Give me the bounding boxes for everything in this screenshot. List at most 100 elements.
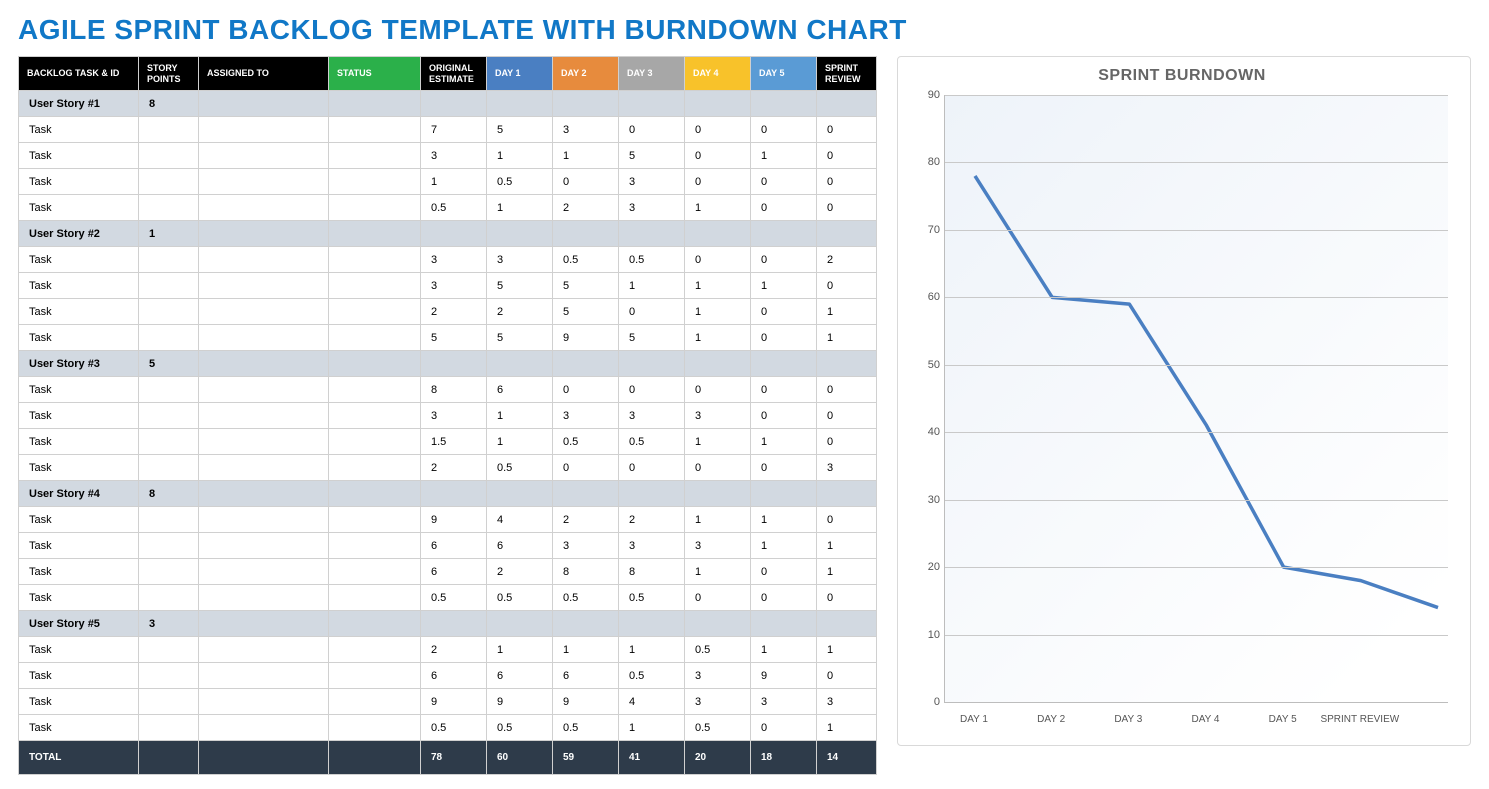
cell-day3: 3: [619, 195, 685, 221]
cell-day3: 0: [619, 117, 685, 143]
y-tick-label: 50: [906, 359, 940, 371]
cell-task: User Story #5: [19, 611, 139, 637]
cell-assigned: [199, 663, 329, 689]
story-row: User Story #53: [19, 611, 877, 637]
y-tick-label: 60: [906, 291, 940, 303]
cell-assigned: [199, 299, 329, 325]
cell-status: [329, 533, 421, 559]
cell-estimate: 2: [421, 637, 487, 663]
cell-review: 1: [817, 715, 877, 741]
cell-review: 0: [817, 169, 877, 195]
cell-day4: 0: [685, 143, 751, 169]
cell-estimate: 6: [421, 663, 487, 689]
cell-assigned: [199, 325, 329, 351]
totals-label: TOTAL: [19, 741, 139, 775]
cell-review: 0: [817, 429, 877, 455]
cell-assigned: [199, 351, 329, 377]
cell-review: 3: [817, 689, 877, 715]
cell-day3: 5: [619, 325, 685, 351]
col-status: STATUS: [329, 57, 421, 91]
cell-day2: 0.5: [553, 585, 619, 611]
cell-day1: [487, 481, 553, 507]
cell-day4: 0: [685, 169, 751, 195]
cell-task: Task: [19, 507, 139, 533]
cell-estimate: [421, 481, 487, 507]
cell-task: User Story #2: [19, 221, 139, 247]
cell-day1: 6: [487, 377, 553, 403]
cell-day1: 3: [487, 247, 553, 273]
cell-points: [139, 533, 199, 559]
cell-estimate: 2: [421, 455, 487, 481]
cell-status: [329, 221, 421, 247]
cell-day2: 1: [553, 143, 619, 169]
cell-day5: 1: [751, 429, 817, 455]
cell-day2: 9: [553, 325, 619, 351]
cell-points: 8: [139, 91, 199, 117]
cell-day3: 0: [619, 455, 685, 481]
cell-day3: [619, 351, 685, 377]
cell-status: [329, 585, 421, 611]
cell-day3: 0.5: [619, 663, 685, 689]
x-tick-label: DAY 2: [1037, 714, 1065, 725]
y-tick-label: 40: [906, 426, 940, 438]
x-tick-label: SPRINT REVIEW: [1320, 714, 1399, 725]
y-tick-label: 20: [906, 561, 940, 573]
cell-points: 8: [139, 481, 199, 507]
cell-day4: 3: [685, 663, 751, 689]
cell-day5: 0: [751, 325, 817, 351]
cell-task: Task: [19, 143, 139, 169]
cell-points: [139, 585, 199, 611]
cell-day3: 0: [619, 299, 685, 325]
task-row: Task6660.5390: [19, 663, 877, 689]
cell-day3: 3: [619, 169, 685, 195]
col-day5: DAY 5: [751, 57, 817, 91]
y-tick-label: 80: [906, 156, 940, 168]
cell-status: [329, 91, 421, 117]
cell-day5: 0: [751, 247, 817, 273]
cell-day4: 0: [685, 247, 751, 273]
cell-assigned: [199, 455, 329, 481]
task-row: Task0.50.50.50.5000: [19, 585, 877, 611]
cell-review: [817, 91, 877, 117]
cell-points: [139, 663, 199, 689]
task-row: Task1.510.50.5110: [19, 429, 877, 455]
cell-status: [329, 507, 421, 533]
cell-task: Task: [19, 195, 139, 221]
cell-assigned: [199, 247, 329, 273]
cell-status: [329, 325, 421, 351]
cell-day2: 2: [553, 507, 619, 533]
cell-task: Task: [19, 403, 139, 429]
cell-review: 0: [817, 403, 877, 429]
page-title: AGILE SPRINT BACKLOG TEMPLATE WITH BURND…: [18, 14, 1471, 46]
cell-day1: 0.5: [487, 585, 553, 611]
col-review: SPRINT REVIEW: [817, 57, 877, 91]
totals-row: TOTAL 78 60 59 41 20 18 14: [19, 741, 877, 775]
cell-assigned: [199, 585, 329, 611]
cell-estimate: 1: [421, 169, 487, 195]
cell-day1: 9: [487, 689, 553, 715]
table-header-row: BACKLOG TASK & ID STORY POINTS ASSIGNED …: [19, 57, 877, 91]
cell-assigned: [199, 221, 329, 247]
cell-day2: 8: [553, 559, 619, 585]
cell-estimate: 3: [421, 403, 487, 429]
total-est: 78: [421, 741, 487, 775]
cell-day5: [751, 351, 817, 377]
cell-day2: 5: [553, 299, 619, 325]
cell-points: [139, 117, 199, 143]
cell-estimate: 9: [421, 507, 487, 533]
cell-estimate: 3: [421, 247, 487, 273]
x-tick-label: DAY 1: [960, 714, 988, 725]
cell-assigned: [199, 715, 329, 741]
task-row: Task9994333: [19, 689, 877, 715]
cell-day4: 1: [685, 507, 751, 533]
cell-status: [329, 299, 421, 325]
cell-assigned: [199, 689, 329, 715]
cell-day2: 0.5: [553, 429, 619, 455]
cell-review: 1: [817, 637, 877, 663]
cell-review: 1: [817, 533, 877, 559]
cell-day3: [619, 481, 685, 507]
cell-day3: 0.5: [619, 585, 685, 611]
cell-status: [329, 689, 421, 715]
cell-day1: [487, 221, 553, 247]
cell-points: [139, 637, 199, 663]
